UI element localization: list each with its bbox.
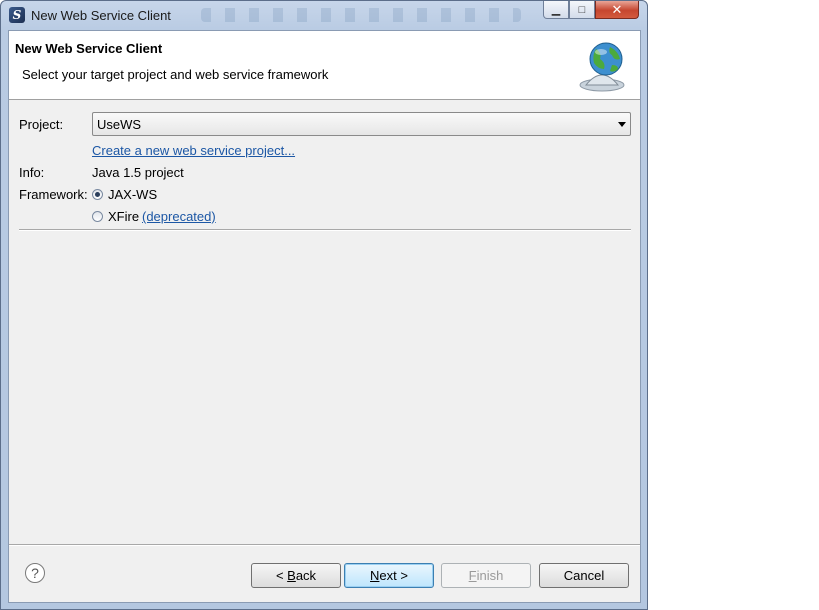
title-bar[interactable]: S New Web Service Client ▁ □ ✕	[1, 1, 647, 29]
xfire-radio[interactable]	[92, 211, 103, 222]
button-bar-separator	[9, 544, 640, 546]
dialog-window: S New Web Service Client ▁ □ ✕ New Web S…	[0, 0, 648, 610]
info-value: Java 1.5 project	[92, 165, 184, 180]
minimize-icon: ▁	[551, 4, 561, 16]
background-toolbar-ghost	[201, 8, 521, 22]
window-controls: ▁ □ ✕	[543, 1, 639, 19]
minimize-button[interactable]: ▁	[543, 1, 569, 19]
jaxws-radio[interactable]	[92, 189, 103, 200]
page-description: Select your target project and web servi…	[22, 67, 329, 82]
back-prefix: <	[275, 568, 288, 583]
jaxws-label[interactable]: JAX-WS	[108, 187, 157, 202]
window-title: New Web Service Client	[31, 8, 171, 23]
project-select[interactable]: UseWS	[92, 112, 631, 136]
next-mnemonic: N	[370, 568, 380, 583]
back-mnemonic: B	[287, 568, 296, 583]
info-label: Info:	[19, 165, 45, 180]
maximize-button[interactable]: □	[569, 1, 595, 19]
wizard-header: New Web Service Client Select your targe…	[9, 31, 640, 100]
back-button[interactable]: < Back	[251, 563, 341, 588]
project-label: Project:	[19, 117, 64, 132]
project-select-value: UseWS	[97, 117, 142, 132]
finish-rest: inish	[476, 568, 504, 583]
globe-service-icon	[579, 42, 625, 92]
maximize-icon: □	[578, 3, 586, 16]
chevron-down-icon	[618, 122, 626, 127]
dialog-body: New Web Service Client Select your targe…	[8, 30, 641, 603]
form-separator	[19, 229, 631, 231]
close-button[interactable]: ✕	[595, 1, 639, 19]
help-icon: ?	[31, 565, 39, 581]
next-rest: ext >	[379, 568, 408, 583]
help-button[interactable]: ?	[25, 563, 45, 583]
xfire-label[interactable]: XFire	[108, 209, 139, 224]
back-rest: ack	[295, 568, 317, 583]
create-project-link[interactable]: Create a new web service project...	[92, 143, 295, 158]
finish-button: Finish	[441, 563, 531, 588]
close-icon: ✕	[611, 1, 623, 17]
deprecated-link[interactable]: (deprecated)	[142, 209, 216, 224]
cancel-button[interactable]: Cancel	[539, 563, 629, 588]
page-title: New Web Service Client	[15, 41, 163, 56]
next-button[interactable]: Next >	[344, 563, 434, 588]
framework-label: Framework:	[19, 187, 88, 202]
finish-mnemonic: F	[468, 568, 477, 583]
app-logo-icon: S	[9, 7, 25, 23]
